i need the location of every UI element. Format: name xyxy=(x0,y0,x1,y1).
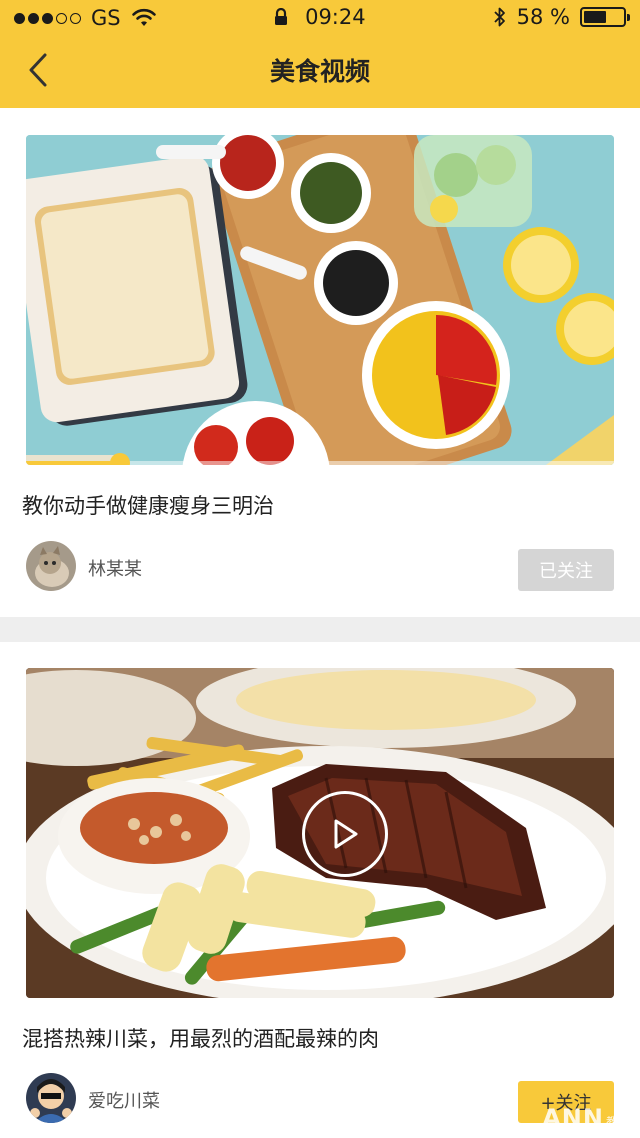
section-divider xyxy=(0,617,640,642)
follow-button[interactable]: 已关注 xyxy=(518,549,614,591)
author-name[interactable]: 林某某 xyxy=(88,555,142,581)
clock: 09:24 xyxy=(305,5,366,29)
video-title[interactable]: 教你动手做健康瘦身三明治 xyxy=(22,490,274,520)
page-title: 美食视频 xyxy=(269,57,370,86)
video-progress-bar[interactable] xyxy=(26,453,614,465)
status-bar-right: 58 % xyxy=(493,5,630,29)
video-card: 教你动手做健康瘦身三明治 林某某 已关注 xyxy=(0,108,640,617)
video-thumbnail[interactable] xyxy=(26,135,614,465)
bluetooth-icon xyxy=(494,7,505,27)
play-icon xyxy=(334,819,358,849)
watermark-main: ANN xyxy=(542,1104,604,1132)
play-button[interactable] xyxy=(302,791,388,877)
status-bar: GS 09:24 58 % xyxy=(0,0,640,36)
lock-icon xyxy=(275,8,288,25)
video-progress-fill xyxy=(26,461,121,465)
watermark-small: 教育 xyxy=(605,1115,632,1129)
cartoon-avatar-image xyxy=(26,1073,76,1123)
avatar[interactable] xyxy=(26,541,76,591)
battery-icon xyxy=(580,7,630,27)
author-name[interactable]: 爱吃川菜 xyxy=(88,1087,160,1113)
battery-level xyxy=(584,11,607,23)
battery-percent: 58 % xyxy=(516,5,570,29)
avatar[interactable] xyxy=(26,1073,76,1123)
watermark-logo: ANN 教育 xyxy=(542,1104,632,1132)
video-card: 混搭热辣川菜，用最烈的酒配最辣的肉 爱吃川菜 +关注 ANN 教育 xyxy=(0,642,640,1138)
app-header: GS 09:24 58 % 美食视频 xyxy=(0,0,640,108)
sandwich-ingredients-image xyxy=(26,135,614,465)
cat-avatar-image xyxy=(26,541,76,591)
video-title[interactable]: 混搭热辣川菜，用最烈的酒配最辣的肉 xyxy=(22,1023,379,1053)
video-thumbnail[interactable] xyxy=(26,668,614,998)
